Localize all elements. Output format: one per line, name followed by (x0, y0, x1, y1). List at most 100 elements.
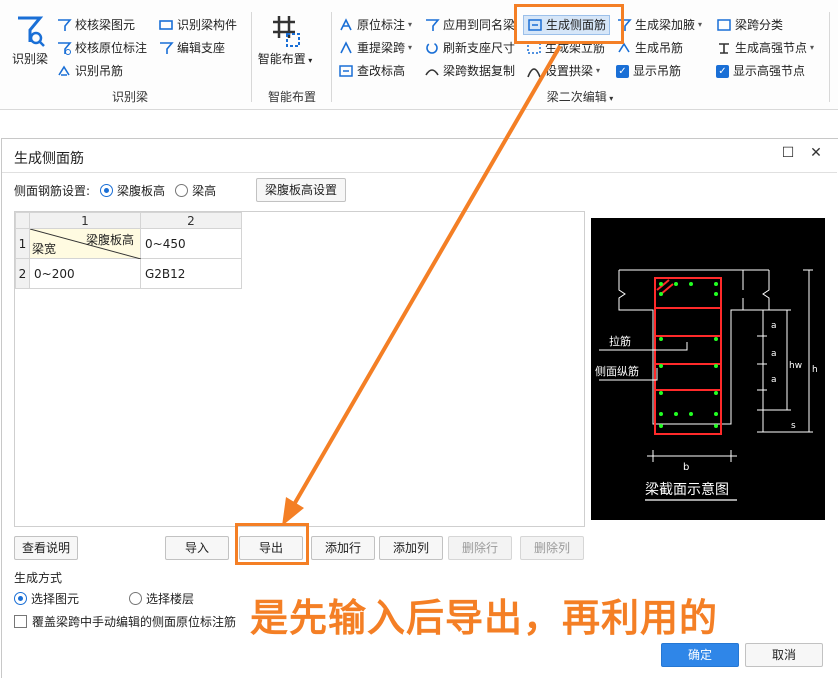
arch-icon (527, 68, 541, 78)
annotation-text: 是先输入后导出，再利用的 (250, 596, 719, 640)
strong-node-icon (719, 43, 729, 54)
show-strong-node-toggle[interactable]: ✓ 显示高强节点 (716, 61, 805, 81)
override-label: 覆盖梁跨中手动编辑的侧面原位标注筋 (32, 615, 237, 629)
radio-select-element[interactable] (14, 592, 27, 605)
group-label-smart: 智能布置 (267, 90, 316, 104)
dim-s-label: s (791, 421, 796, 431)
dim-a-label: a (771, 375, 777, 385)
show-hanger-toggle[interactable]: ✓ 显示吊筋 (616, 61, 681, 81)
grid-row-header[interactable]: 1 (15, 228, 30, 259)
span-classify-button[interactable]: 梁跨分类 (716, 15, 783, 35)
edit-support-button[interactable]: 编辑支座 (158, 38, 225, 58)
group-label-identify: 识别梁 (111, 90, 148, 104)
beam-section-diagram: 拉筋 侧面纵筋 a a a hw h s b 梁截面示意图 (591, 218, 825, 520)
original-mark-button[interactable]: 原位标注 ▾ (338, 15, 412, 35)
radio-select-floor[interactable] (129, 592, 143, 605)
radio-beam-height-label: 梁高 (192, 183, 217, 198)
re-extract-span-button[interactable]: 重提梁跨 ▾ (338, 38, 412, 58)
dialog-title: 生成侧面筋 (14, 151, 84, 167)
override-checkbox[interactable] (14, 615, 27, 628)
diag-bottom-label: 梁宽 (32, 242, 57, 256)
maximize-icon[interactable]: ☐ (778, 145, 798, 161)
highlight-box-side-bar (514, 4, 624, 44)
generate-side-bar-dialog: 生成侧面筋 ☐ ✕ 侧面钢筋设置: 梁腹板高 梁高 梁腹板高设置 1 2 1 梁… (1, 138, 838, 678)
radio-select-element-label: 选择图元 (31, 592, 80, 606)
generate-haunch-button[interactable]: 生成梁加腋 ▾ (616, 15, 702, 35)
check-beam-element-button[interactable]: 校核梁图元 (56, 15, 135, 35)
identify-hanger-button[interactable]: 识别吊筋 (56, 61, 123, 81)
radio-web-height-label: 梁腹板高 (117, 183, 166, 198)
copy-span-data-button[interactable]: 梁跨数据复制 (424, 61, 515, 81)
diag-top-label: 梁腹板高 (85, 233, 134, 247)
grid-cell-web-range[interactable]: 0~450 (140, 228, 242, 259)
ribbon-separator (331, 12, 332, 102)
copy-span-icon (425, 69, 439, 76)
refresh-support-size-button[interactable]: 刷新支座尺寸 (424, 38, 515, 58)
side-bar-grid[interactable]: 1 2 1 梁腹板高 梁宽 0~450 2 0~200 G2B12 (14, 211, 585, 527)
dim-a-label: a (771, 321, 777, 331)
tie-bar-label: 拉筋 (609, 334, 631, 348)
identify-beam-member-button[interactable]: 识别梁构件 (158, 15, 237, 35)
grid-table[interactable]: 1 2 1 梁腹板高 梁宽 0~450 2 0~200 G2B12 (15, 212, 242, 289)
cancel-button[interactable]: 取消 (745, 643, 823, 667)
identify-beam-icon (18, 16, 45, 47)
classify-icon (717, 19, 731, 31)
dim-hw-label: hw (789, 361, 802, 371)
check-original-mark-button[interactable]: 校核原位标注 (56, 38, 147, 58)
grid-col-header[interactable]: 1 (29, 212, 141, 229)
delete-column-button[interactable]: 删除列 (520, 536, 584, 560)
original-mark-icon (340, 18, 352, 31)
edit-support-icon (160, 42, 174, 54)
grid-col-header[interactable]: 2 (140, 212, 242, 229)
diagram-caption: 梁截面示意图 (645, 481, 729, 498)
grid-header-row: 1 2 (15, 212, 242, 229)
beam-section-drawing: 拉筋 侧面纵筋 a a a hw h s b 梁截面示意图 (595, 269, 818, 501)
highlight-box-export (235, 523, 309, 565)
smart-layout-button[interactable]: 智能布置 ▾ (256, 14, 314, 67)
apply-same-name-button[interactable]: 应用到同名梁 (424, 15, 515, 35)
dim-a-label: a (771, 349, 777, 359)
beam-member-icon (159, 20, 173, 30)
grid-cell-rebar[interactable]: G2B12 (140, 258, 242, 289)
dim-b-label: b (683, 462, 689, 473)
set-arch-button[interactable]: 设置拱梁 ▾ (526, 61, 600, 81)
generate-hanger-button[interactable]: 生成吊筋 (616, 38, 683, 58)
dim-h-label: h (812, 365, 818, 375)
modify-elevation-button[interactable]: 查改标高 (338, 61, 405, 81)
elevation-icon (339, 65, 353, 77)
delete-row-button[interactable]: 删除行 (448, 536, 512, 560)
add-row-button[interactable]: 添加行 (311, 536, 375, 560)
ok-button[interactable]: 确定 (661, 643, 739, 667)
add-column-button[interactable]: 添加列 (379, 536, 443, 560)
web-height-setting-button[interactable]: 梁腹板高设置 (256, 178, 346, 202)
close-icon[interactable]: ✕ (806, 145, 826, 161)
grid-cell-width-range[interactable]: 0~200 (29, 258, 141, 289)
identify-beam-label: 识别梁 (11, 52, 48, 66)
radio-web-height[interactable] (100, 183, 114, 197)
grid-row-header[interactable]: 2 (15, 258, 30, 289)
radio-beam-height[interactable] (175, 183, 189, 197)
import-button[interactable]: 导入 (165, 536, 229, 560)
identify-beam-button[interactable]: 识别梁 (8, 14, 52, 67)
grid-diagonal-cell: 梁腹板高 梁宽 (29, 228, 141, 259)
grid-corner-cell (15, 212, 30, 229)
table-row[interactable]: 1 梁腹板高 梁宽 0~450 (15, 228, 242, 259)
re-extract-icon (340, 41, 352, 54)
side-bar-setting-row: 侧面钢筋设置: 梁腹板高 梁高 (14, 179, 216, 201)
checkbox-checked-icon: ✓ (716, 64, 729, 78)
view-help-button[interactable]: 查看说明 (14, 536, 78, 560)
check-mark-icon (58, 42, 72, 55)
side-long-bar-label: 侧面纵筋 (595, 364, 639, 378)
title-divider (2, 172, 837, 173)
smart-layout-icon (273, 16, 300, 47)
ribbon-separator (251, 12, 252, 102)
canvas-backdrop (0, 110, 838, 138)
ribbon-toolbar: 识别梁 校核梁图元 校核原位标注 识别吊筋 识别梁构件 编辑支座 识别梁 智能布… (0, 0, 838, 110)
hanger-icon (58, 65, 70, 76)
setting-label: 侧面钢筋设置: (14, 183, 91, 198)
generate-strong-node-button[interactable]: 生成高强节点 ▾ (716, 38, 814, 58)
table-row[interactable]: 2 0~200 G2B12 (15, 258, 242, 289)
ribbon-separator (829, 12, 830, 102)
radio-select-floor-label: 选择楼层 (146, 592, 195, 606)
gen-method-label: 生成方式 (14, 571, 63, 585)
